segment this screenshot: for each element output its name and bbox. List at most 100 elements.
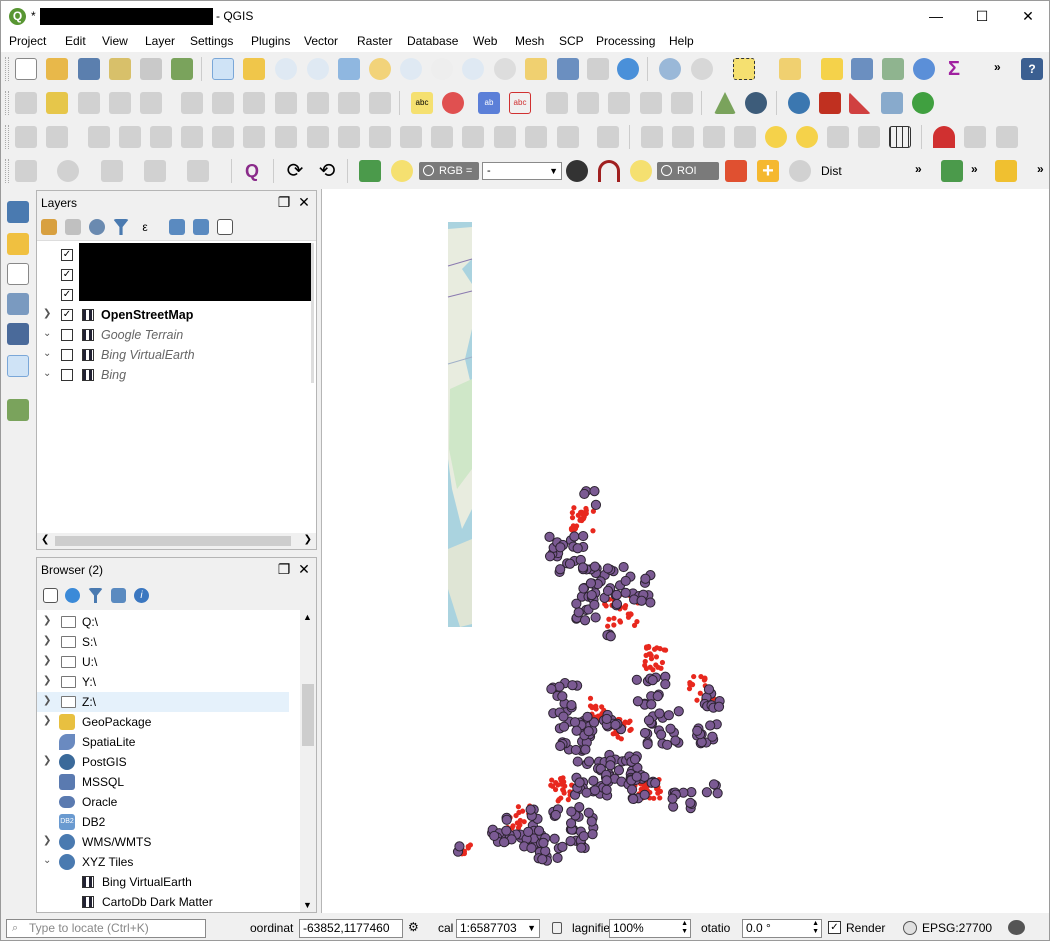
reshape-icon[interactable]	[243, 126, 265, 148]
trim-extend-icon[interactable]	[338, 126, 360, 148]
save-project-icon[interactable]	[78, 58, 100, 80]
label-properties-icon[interactable]	[671, 92, 693, 114]
chevron-right-icon[interactable]: ❯	[43, 755, 51, 766]
identify-icon[interactable]	[659, 58, 681, 80]
chevron-right-icon[interactable]: ❯	[43, 655, 51, 666]
add-part-icon[interactable]	[119, 126, 141, 148]
redo-icon[interactable]	[369, 92, 391, 114]
browser-item-y-drive[interactable]: ❯ Y:\	[37, 672, 300, 692]
raster-histogram-icon[interactable]	[703, 126, 725, 148]
plugin-cross-icon[interactable]	[819, 92, 841, 114]
snapping-magnet-icon[interactable]	[933, 126, 955, 148]
menu-edit[interactable]: Edit	[65, 34, 86, 48]
layer-checkbox[interactable]	[61, 369, 73, 381]
filter-expression-icon[interactable]: ε	[135, 219, 155, 235]
rotate-label-icon[interactable]	[608, 92, 630, 114]
topology-icon[interactable]	[964, 126, 986, 148]
toolbar-overflow[interactable]: »	[1037, 162, 1044, 176]
layer-checkbox[interactable]	[61, 349, 73, 361]
layer-row-bing[interactable]: ⌄ Bing	[37, 365, 307, 385]
delete-ring-icon[interactable]	[181, 126, 203, 148]
zoom-in-icon[interactable]	[275, 58, 297, 80]
toolbar-overflow[interactable]: »	[915, 162, 922, 176]
float-panel-icon[interactable]: ❐	[276, 194, 292, 210]
refresh-icon[interactable]	[617, 58, 639, 80]
scp-plus-icon[interactable]: +	[757, 160, 779, 182]
add-ring-icon[interactable]	[88, 126, 110, 148]
chevron-right-icon[interactable]: ❯	[43, 695, 51, 706]
messages-icon[interactable]	[1008, 920, 1025, 935]
scroll-left-icon[interactable]: ❮	[41, 534, 49, 545]
rgb-combobox[interactable]: - ▼	[482, 162, 562, 180]
zoom-layer-icon[interactable]	[400, 58, 422, 80]
menu-processing[interactable]: Processing	[596, 34, 655, 48]
copy-features-icon[interactable]	[275, 92, 297, 114]
layer-row-openstreetmap[interactable]: ❯ ✓ OpenStreetMap	[37, 305, 307, 325]
save-edits-icon[interactable]	[78, 92, 100, 114]
maximize-button[interactable]: ☐	[959, 1, 1005, 32]
select-by-value-icon[interactable]	[779, 58, 801, 80]
scroll-thumb[interactable]	[302, 684, 314, 746]
toolbar-grip[interactable]	[5, 91, 9, 115]
raster-calc-icon[interactable]	[672, 126, 694, 148]
scroll-right-icon[interactable]: ❯	[304, 534, 312, 545]
zoom-full-icon[interactable]	[338, 58, 360, 80]
style-layer-icon[interactable]	[41, 219, 57, 235]
show-hide-labels-icon[interactable]	[546, 92, 568, 114]
diagram-options-icon[interactable]	[442, 92, 464, 114]
info-icon[interactable]: i	[134, 588, 149, 603]
close-button[interactable]: ✕	[1005, 1, 1049, 32]
rotate-clockwise-icon[interactable]: ⟳	[284, 160, 306, 182]
collapse-all-icon[interactable]	[111, 588, 126, 603]
cut-features-icon[interactable]	[243, 92, 265, 114]
statistics-sigma-icon[interactable]: Σ	[943, 58, 965, 80]
scale-combobox[interactable]: 1:6587703 ▼	[456, 919, 540, 938]
layer-checkbox[interactable]: ✓	[61, 269, 73, 281]
deselect-icon[interactable]	[821, 58, 843, 80]
saturation-icon[interactable]	[858, 126, 880, 148]
modify-attributes-icon[interactable]	[181, 92, 203, 114]
roi-toggle[interactable]: ROI	[657, 162, 719, 180]
refresh-icon[interactable]	[65, 588, 80, 603]
merge-attributes-icon[interactable]	[494, 126, 516, 148]
filter-icon[interactable]	[113, 219, 129, 235]
local-stretch-icon[interactable]	[734, 126, 756, 148]
toolbar-grip[interactable]	[5, 125, 9, 149]
qgis-plugin-q-icon[interactable]: Q	[241, 160, 263, 182]
delete-part-icon[interactable]	[212, 126, 234, 148]
add-feature-icon[interactable]	[109, 92, 131, 114]
pin-labels-icon[interactable]: abc	[509, 92, 531, 114]
open-project-icon[interactable]	[46, 58, 68, 80]
magnifier-spinbox[interactable]: 100% ▲ ▼	[609, 919, 691, 938]
scp-zoom-icon[interactable]	[391, 160, 413, 182]
move-label-icon[interactable]	[577, 92, 599, 114]
undo-icon[interactable]	[338, 92, 360, 114]
rotate-counterclockwise-icon[interactable]: ⟲	[316, 160, 338, 182]
fill-ring-icon[interactable]	[150, 126, 172, 148]
change-label-icon[interactable]	[640, 92, 662, 114]
visibility-eye-icon[interactable]	[89, 219, 105, 235]
zoom-next-icon[interactable]	[494, 58, 516, 80]
browser-item-u-drive[interactable]: ❯ U:\	[37, 652, 300, 672]
print-layout-icon[interactable]	[140, 58, 162, 80]
layer-row-bing-virtualearth[interactable]: ⌄ Bing VirtualEarth	[37, 345, 307, 365]
save-as-icon[interactable]	[109, 58, 131, 80]
contrast-icon[interactable]	[796, 126, 818, 148]
close-panel-icon[interactable]: ✕	[296, 561, 312, 577]
minimize-button[interactable]: —	[913, 1, 959, 32]
chevron-down-icon[interactable]: ⌄	[43, 855, 51, 866]
float-panel-icon[interactable]: ❐	[276, 561, 292, 577]
style-manager-icon[interactable]	[171, 58, 193, 80]
browser-item-wms-wmts[interactable]: ❯ WMS/WMTS	[37, 832, 300, 852]
digitize-line-icon[interactable]	[15, 126, 37, 148]
browser-item-cartodb-dark-matter[interactable]: CartoDb Dark Matter	[37, 892, 300, 912]
sync-icon[interactable]	[912, 92, 934, 114]
scale-feature-icon[interactable]	[597, 126, 619, 148]
scp-arc-icon[interactable]	[598, 160, 620, 182]
crs-label[interactable]: EPSG:27700	[922, 921, 992, 935]
browser-item-s-drive[interactable]: ❯ S:\	[37, 632, 300, 652]
split-parts-icon[interactable]	[431, 126, 453, 148]
browser-item-xyz-tiles[interactable]: ⌄ XYZ Tiles	[37, 852, 300, 872]
menu-view[interactable]: View	[102, 34, 128, 48]
pan-to-selection-icon[interactable]	[243, 58, 265, 80]
